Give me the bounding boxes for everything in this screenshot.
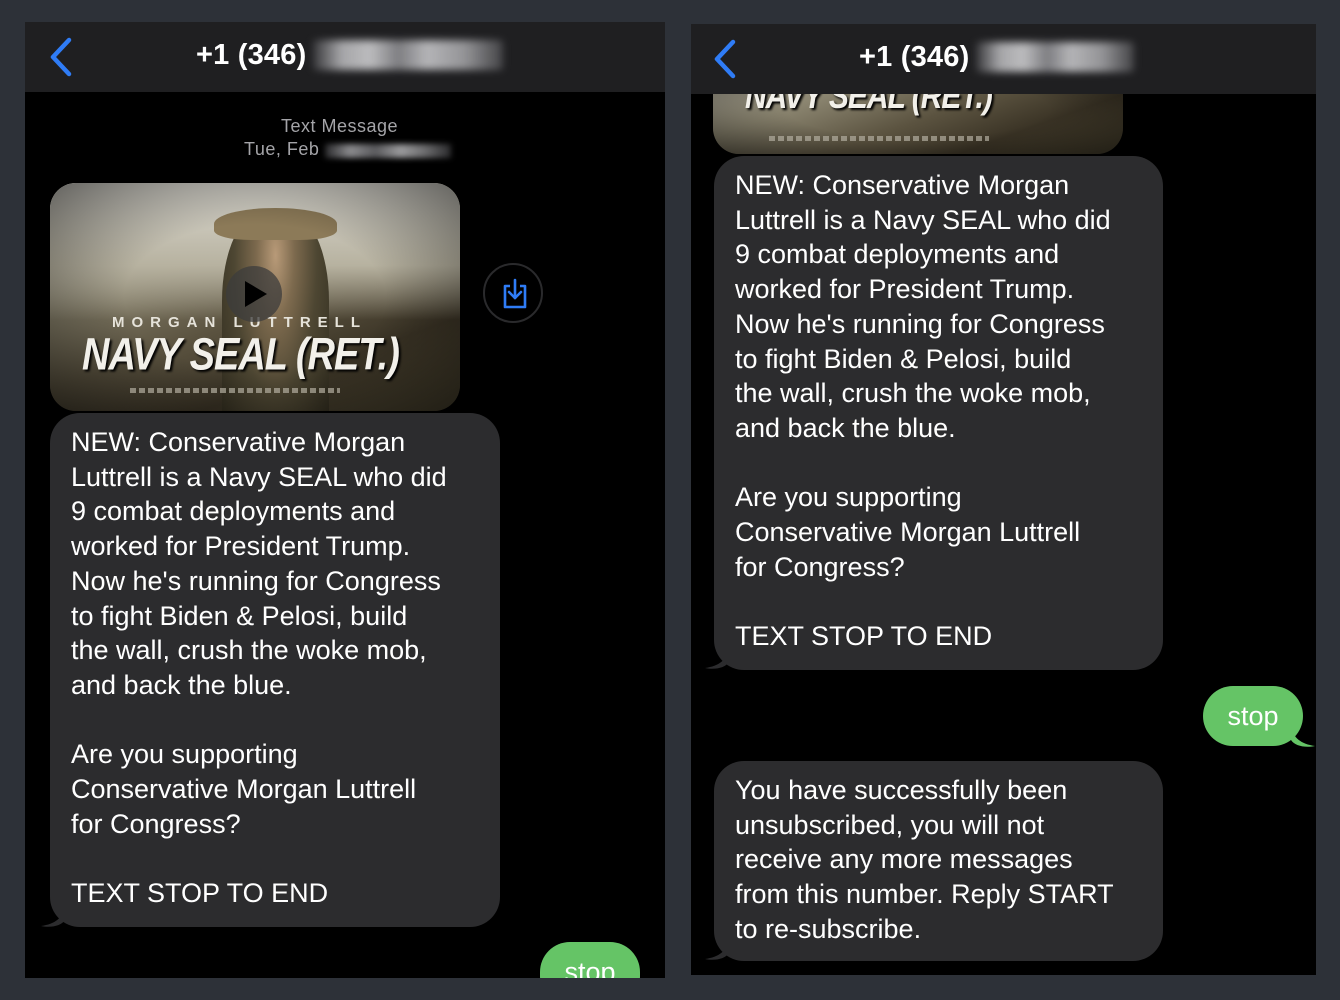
bubble-tail <box>705 648 729 669</box>
received-message-bubble[interactable]: NEW: Conservative Morgan Luttrell is a N… <box>714 156 1163 670</box>
bubble-tail <box>1291 726 1315 747</box>
received-message-bubble[interactable]: You have successfully been unsubscribed,… <box>714 761 1163 961</box>
video-caption-title: NAVY SEAL (RET.) <box>82 329 400 381</box>
message-service-label: Text Message <box>281 116 399 136</box>
play-button[interactable] <box>226 266 282 322</box>
received-message-bubble[interactable]: NEW: Conservative Morgan Luttrell is a N… <box>50 413 500 927</box>
contact-phone-number[interactable]: +1 (346) <box>196 39 306 72</box>
contact-phone-number[interactable]: +1 (346) <box>859 41 969 74</box>
chevron-left-icon[interactable] <box>47 36 77 78</box>
conversation-screenshot-right: NAVY SEAL (RET.) +1 (346) NEW: Conservat… <box>691 24 1316 975</box>
message-date: Tue, Feb <box>244 139 320 159</box>
conversation-header: +1 (346) <box>25 22 665 92</box>
redacted-date <box>325 144 451 158</box>
conversation-header: +1 (346) <box>691 24 1316 94</box>
redacted-number <box>313 40 503 70</box>
redacted-number <box>976 42 1134 72</box>
chevron-left-icon[interactable] <box>711 38 741 80</box>
bubble-tail <box>41 906 65 927</box>
bubble-tail <box>705 939 729 960</box>
sent-message-bubble[interactable]: stop <box>1203 686 1303 746</box>
save-to-device-icon <box>503 278 527 309</box>
sent-message-bubble[interactable]: stop <box>540 942 640 978</box>
play-icon <box>245 281 267 307</box>
conversation-screenshot-left: +1 (346) Text Message Tue, Feb MORGAN LU… <box>25 22 665 978</box>
save-media-button[interactable] <box>483 263 543 323</box>
